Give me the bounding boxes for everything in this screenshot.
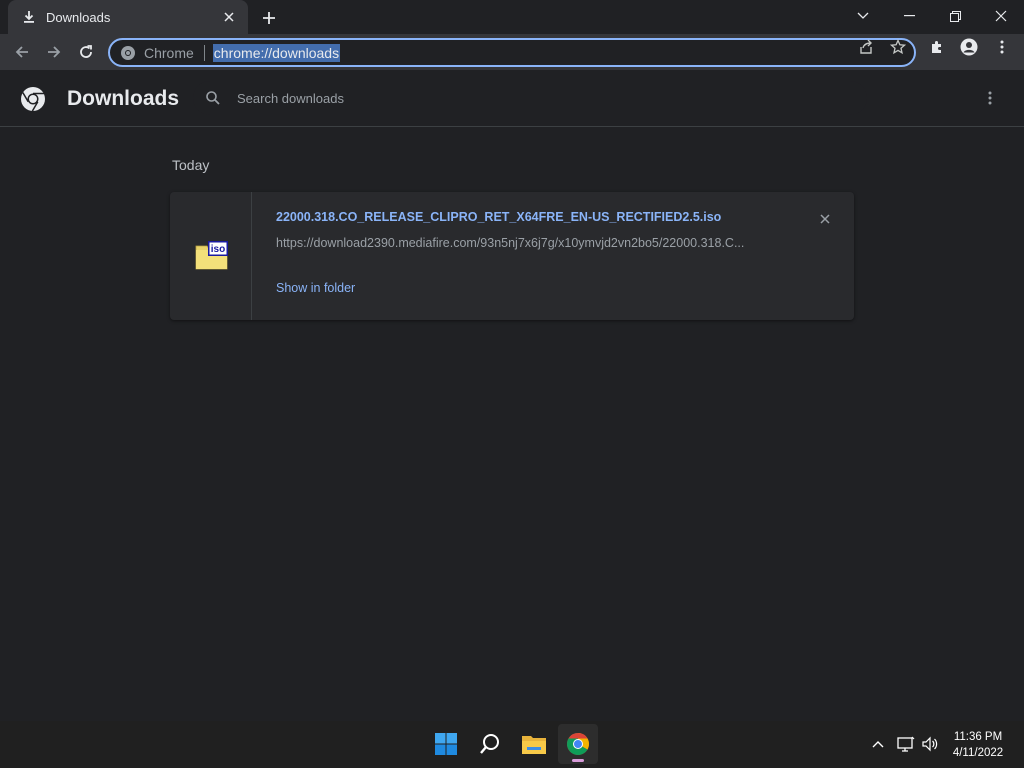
file-explorer-button[interactable] — [514, 724, 554, 764]
search-icon — [480, 734, 499, 754]
url-text[interactable]: chrome://downloads — [212, 43, 341, 62]
tab-strip: Downloads — [0, 0, 1024, 34]
active-app-indicator — [572, 759, 584, 762]
address-bar[interactable]: Chrome chrome://downloads — [108, 38, 916, 67]
remove-download-icon[interactable] — [816, 210, 834, 228]
minimize-button[interactable] — [886, 0, 932, 32]
omnibox-divider — [203, 44, 205, 61]
close-window-button[interactable] — [978, 0, 1024, 32]
tab-search-button[interactable] — [840, 0, 886, 32]
search-icon — [205, 90, 221, 106]
download-file-name[interactable]: 22000.318.CO_RELEASE_CLIPRO_RET_X64FRE_E… — [276, 210, 721, 224]
page-title: Downloads — [67, 87, 180, 110]
share-icon[interactable] — [855, 38, 877, 56]
chrome-logo-icon — [20, 86, 46, 112]
new-tab-button[interactable] — [258, 7, 280, 29]
restore-button[interactable] — [932, 0, 978, 32]
network-icon[interactable] — [896, 734, 916, 754]
clock-date: 4/11/2022 — [952, 747, 1004, 759]
taskbar-clock[interactable]: 11:36 PM 4/11/2022 — [940, 729, 1016, 761]
reload-button[interactable] — [72, 38, 100, 66]
download-item: iso 22000.318.CO_RELEASE_CLIPRO_RET_X64F… — [170, 192, 854, 320]
date-heading: Today — [172, 157, 210, 173]
profile-icon[interactable] — [958, 38, 980, 56]
download-icon-column: iso — [170, 192, 252, 320]
chevron-up-icon[interactable] — [868, 734, 888, 754]
volume-icon[interactable] — [920, 734, 940, 754]
search-input[interactable] — [237, 90, 837, 106]
taskbar-search-button[interactable] — [470, 724, 510, 764]
start-button[interactable] — [426, 724, 466, 764]
download-icon — [22, 10, 36, 24]
show-in-folder-link[interactable]: Show in folder — [276, 281, 355, 295]
chrome-taskbar-button[interactable] — [558, 724, 598, 764]
browser-menu-icon[interactable] — [991, 38, 1013, 56]
iso-label: iso — [211, 244, 225, 255]
extensions-icon[interactable] — [926, 38, 948, 56]
download-url[interactable]: https://download2390.mediafire.com/93n5n… — [276, 236, 776, 250]
folder-icon — [522, 736, 546, 754]
windows-logo-icon — [435, 733, 457, 755]
search-box[interactable] — [193, 81, 867, 115]
windows-taskbar: 11:36 PM 4/11/2022 — [0, 721, 1024, 768]
chrome-icon — [120, 45, 136, 61]
forward-button[interactable] — [40, 38, 68, 66]
close-icon[interactable] — [220, 8, 238, 26]
tab-title: Downloads — [46, 9, 111, 25]
site-label: Chrome — [144, 44, 194, 61]
clock-time: 11:36 PM — [953, 731, 1003, 743]
more-actions-icon[interactable] — [980, 87, 1000, 109]
back-button[interactable] — [8, 38, 36, 66]
downloads-header: Downloads — [0, 70, 1024, 127]
iso-file-icon: iso — [195, 240, 229, 270]
bookmark-star-icon[interactable] — [887, 38, 909, 56]
chrome-icon — [567, 733, 589, 755]
browser-toolbar: Chrome chrome://downloads — [0, 34, 1024, 70]
tab-downloads[interactable]: Downloads — [8, 0, 248, 34]
